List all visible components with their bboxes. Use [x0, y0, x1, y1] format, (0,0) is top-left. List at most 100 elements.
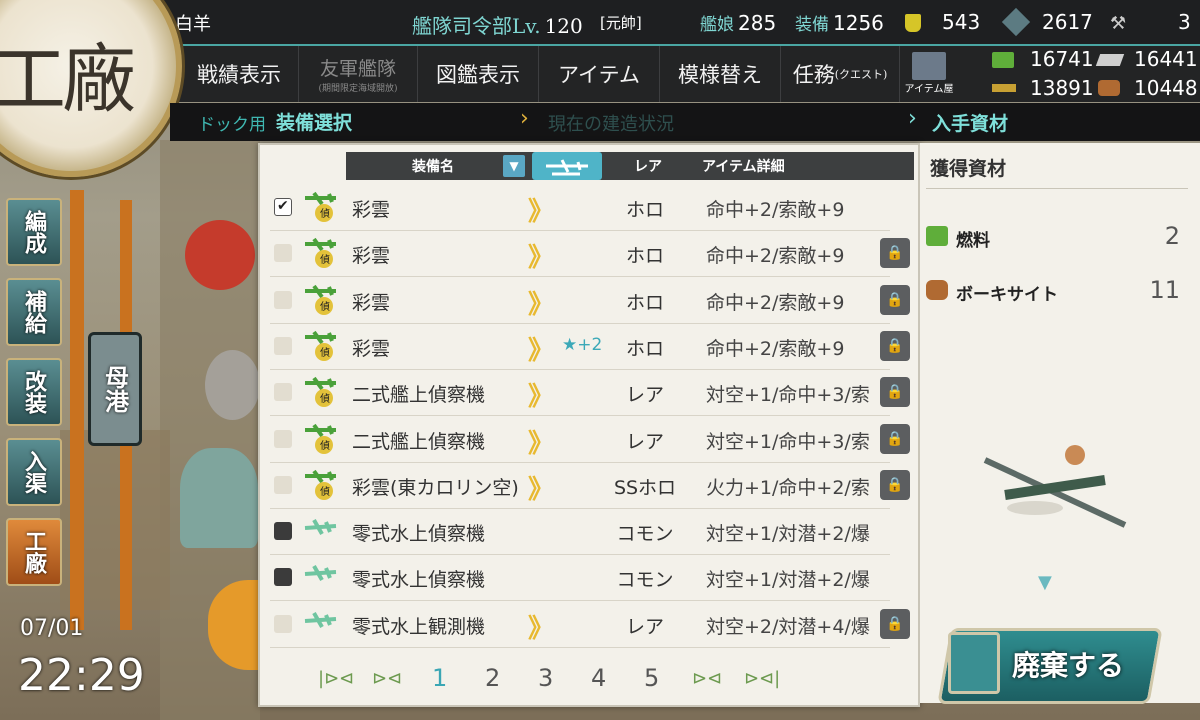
equipment-row[interactable]: 零式水上偵察機 コモン 対空+1/対潜+2/爆	[270, 554, 890, 602]
row-checkbox[interactable]	[274, 614, 292, 633]
menu-quests[interactable]: 任務 (クエスト)	[781, 46, 900, 102]
bauxite-count: 10448	[1134, 76, 1198, 100]
obtained-fuel-value: 2	[1164, 222, 1180, 250]
row-checkbox[interactable]	[274, 522, 292, 541]
equipment-detail: 命中+2/索敵+9	[706, 291, 845, 314]
obtained-bauxite-row: ボーキサイト 11	[926, 274, 1188, 310]
recon-plane-icon: 偵	[305, 377, 336, 408]
equipment-name: 彩雲	[352, 199, 391, 221]
nav-resupply-label: 補給	[21, 290, 47, 334]
nav-arsenal-button[interactable]: 工廠	[6, 518, 62, 586]
first-page-button[interactable]: |⊳⊲	[318, 668, 354, 689]
development-material-count: 2617	[1042, 10, 1093, 34]
rarity-label: レア	[625, 384, 664, 407]
equipment-row[interactable]: 偵 二式艦上偵察機 》 レア 対空+1/命中+3/索 🔒	[270, 416, 910, 463]
lock-icon[interactable]: 🔒	[880, 377, 910, 408]
nav-repair-label: 入渠	[21, 450, 47, 494]
row-checkbox[interactable]	[274, 198, 292, 216]
lock-icon[interactable]: 🔒	[880, 469, 910, 500]
row-checkbox[interactable]	[274, 475, 292, 494]
bucket-icon	[905, 14, 921, 32]
menu-items[interactable]: アイテム	[539, 46, 660, 102]
menu-battle-record-label: 戦績表示	[197, 63, 281, 87]
gear-icon	[948, 632, 1000, 694]
bauxite-icon	[1098, 80, 1120, 96]
lock-icon[interactable]: 🔒	[880, 284, 910, 315]
equipment-row[interactable]: 零式水上観測機 》 レア 対空+2/対潜+4/爆 🔒	[270, 601, 910, 648]
rarity-label: レア	[625, 615, 664, 638]
obtained-fuel-label: 燃料	[956, 231, 990, 251]
equipment-row[interactable]: 零式水上偵察機 コモン 対空+1/対潜+2/爆	[270, 508, 890, 556]
equipment-detail: 命中+2/索敵+9	[706, 245, 845, 268]
equipment-detail: 命中+2/索敵+9	[706, 199, 845, 221]
fairy-character	[180, 448, 258, 548]
ship-count: 艦娘 285	[700, 10, 776, 35]
rarity-label: ホロ	[625, 291, 664, 314]
row-checkbox[interactable]	[274, 244, 292, 263]
page-1-button[interactable]: 1	[432, 664, 447, 692]
next-page-button[interactable]: ⊳⊲	[692, 668, 722, 689]
svg-text:偵: 偵	[320, 300, 330, 313]
page-3-button[interactable]: 3	[538, 664, 553, 692]
item-shop-button[interactable]: アイテム屋	[904, 50, 954, 98]
row-checkbox[interactable]	[274, 429, 292, 448]
page-2-button[interactable]: 2	[485, 664, 500, 692]
steel-icon	[992, 84, 1016, 92]
row-checkbox[interactable]	[274, 336, 292, 355]
page-5-button[interactable]: 5	[644, 664, 659, 692]
hq-level: 艦隊司令部Lv. 120	[412, 10, 583, 39]
equipment-row[interactable]: 偵 彩雲 》 ホロ 命中+2/索敵+9 🔒	[270, 230, 910, 278]
svg-text:偵: 偵	[320, 207, 330, 220]
nav-organize-button[interactable]: 編成	[6, 198, 62, 266]
menu-battle-record[interactable]: 戦績表示	[180, 46, 299, 102]
equipment-detail: 対空+1/対潜+2/爆	[706, 523, 870, 546]
sort-dropdown-button[interactable]: ▼	[503, 155, 525, 177]
equipment-row[interactable]: 偵 彩雲(東カロリン空) 》 SSホロ 火力+1/命中+2/索 🔒	[270, 462, 910, 509]
bauxite-icon	[926, 280, 948, 300]
page-4-button[interactable]: 4	[591, 664, 606, 692]
nav-repair-button[interactable]: 入渠	[6, 438, 62, 506]
equipment-detail: 火力+1/命中+2/索	[706, 476, 870, 499]
menu-furniture[interactable]: 模様替え	[660, 46, 781, 102]
menu-encyclopedia[interactable]: 図鑑表示	[418, 46, 539, 102]
lock-icon[interactable]: 🔒	[880, 238, 910, 269]
arsenal-emblem-text: 工廠	[0, 37, 136, 123]
sub-equip-select: 装備選択	[276, 112, 353, 134]
svg-text:偵: 偵	[320, 392, 330, 405]
lock-icon[interactable]: 🔒	[880, 330, 910, 361]
equipment-row[interactable]: 偵 彩雲 》 ホロ 命中+2/索敵+9	[270, 184, 890, 231]
equipment-detail: 対空+1/命中+3/索	[706, 430, 870, 453]
chevron-down-icon: ▼	[509, 159, 519, 173]
ship-count-value: 285	[738, 11, 777, 35]
menu-friend-fleet[interactable]: 友軍艦隊 (期間限定海域開放)	[299, 46, 418, 102]
equipment-name: 二式艦上偵察機	[352, 384, 486, 407]
seaplane-filter-button[interactable]	[532, 152, 602, 180]
nav-remodel-button[interactable]: 改装	[6, 358, 62, 426]
rarity-label: ホロ	[625, 245, 664, 268]
prev-page-button[interactable]: ⊳⊲	[372, 668, 402, 689]
fuel-icon	[926, 226, 948, 246]
col-detail-header: アイテム詳細	[702, 159, 785, 175]
seaplane-icon	[304, 565, 337, 582]
screw-count: 3	[1178, 10, 1191, 34]
nav-resupply-button[interactable]: 補給	[6, 278, 62, 346]
equipment-row[interactable]: 偵 彩雲 》 ホロ 命中+2/索敵+9 🔒	[270, 277, 910, 324]
lock-icon[interactable]: 🔒	[880, 608, 910, 639]
lock-icon[interactable]: 🔒	[880, 423, 910, 454]
equipment-name: 彩雲	[352, 337, 391, 360]
scroll-down-icon[interactable]: ▼	[1038, 572, 1052, 593]
sub-build-status: 現在の建造状況	[548, 114, 674, 135]
equipment-detail: 対空+1/命中+3/索	[706, 384, 870, 407]
recon-plane-icon: 偵	[305, 238, 336, 269]
port-button[interactable]: 母港	[88, 332, 142, 446]
proficiency-chevron-icon: 》	[528, 197, 554, 227]
row-checkbox[interactable]	[274, 568, 292, 587]
rarity-label: SSホロ	[613, 476, 677, 499]
proficiency-chevron-icon: 》	[528, 289, 554, 320]
equipment-row[interactable]: 偵 二式艦上偵察機 》 レア 対空+1/命中+3/索 🔒	[270, 369, 910, 417]
equipment-row[interactable]: 偵 彩雲 》 ★+2 ホロ 命中+2/索敵+9 🔒	[270, 323, 910, 370]
improvement-level: ★+2	[562, 334, 603, 355]
last-page-button[interactable]: ⊳⊲|	[744, 668, 780, 689]
row-checkbox[interactable]	[274, 290, 292, 309]
row-checkbox[interactable]	[274, 383, 292, 402]
